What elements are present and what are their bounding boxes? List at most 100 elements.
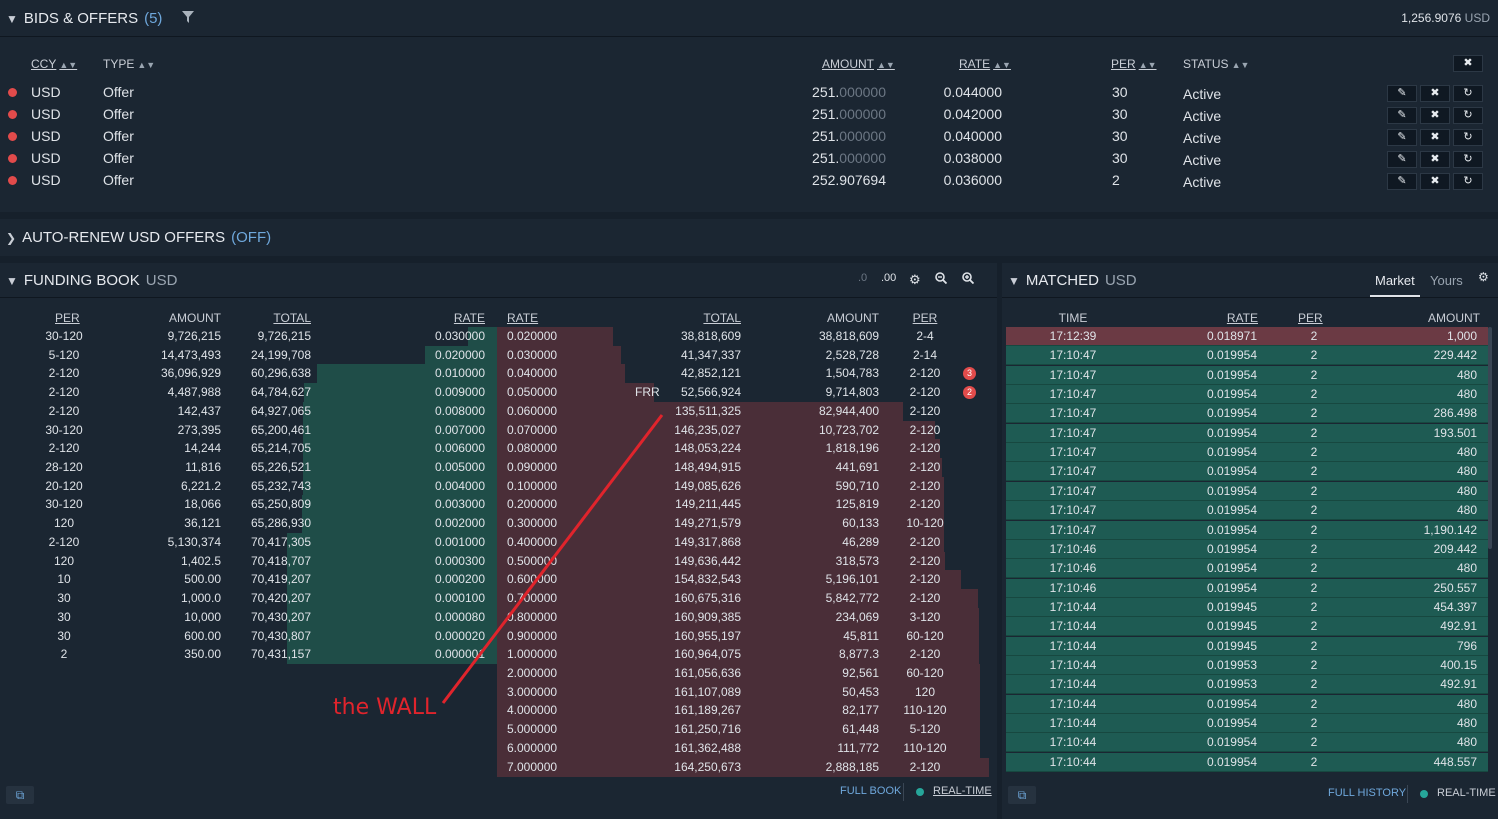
matched-row: 17:10:46 0.019954 2 480	[1006, 559, 1488, 579]
matched-row: 17:10:47 0.019954 2 193.501	[1006, 423, 1488, 443]
matched-amount: 796	[1456, 638, 1477, 653]
matched-per: 2	[1310, 483, 1318, 498]
matched-rate: 0.019954	[1206, 387, 1257, 402]
matched-col-time[interactable]: TIME	[1058, 311, 1088, 325]
matched-header[interactable]: ▼ MATCHED USD	[1008, 272, 1137, 289]
offer-ccy: USD	[31, 150, 61, 166]
chevron-right-icon[interactable]: ❯	[6, 231, 16, 245]
matched-rate: 0.019954	[1206, 522, 1257, 537]
matched-amount: 480	[1456, 483, 1477, 498]
matched-per: 2	[1310, 580, 1318, 595]
tab-yours[interactable]: Yours	[1430, 273, 1463, 288]
col-status[interactable]: STATUS ▲▼	[1183, 57, 1249, 71]
matched-rate: 0.019954	[1206, 367, 1257, 382]
popout-icon[interactable]: ⧉	[6, 786, 34, 804]
matched-per: 2	[1310, 735, 1318, 750]
col-per[interactable]: PER ▲▼	[1111, 57, 1157, 71]
gear-icon[interactable]: ⚙	[1478, 270, 1489, 284]
matched-currency: USD	[1104, 272, 1137, 289]
full-history-link[interactable]: FULL HISTORY	[1328, 787, 1406, 799]
offer-amount: 251.000000	[790, 150, 886, 166]
auto-renew-panel: ❯ AUTO-RENEW USD OFFERS (OFF)	[0, 219, 1498, 256]
cancel-offer-button[interactable]: ✖	[1420, 173, 1450, 190]
offer-per: 30	[1112, 128, 1128, 144]
matched-title: MATCHED	[1025, 272, 1099, 289]
matched-amount: 286.498	[1433, 406, 1477, 421]
renew-offer-button[interactable]: ↻	[1453, 173, 1483, 190]
renew-offer-button[interactable]: ↻	[1453, 129, 1483, 146]
chevron-down-icon[interactable]: ▼	[1008, 274, 1020, 288]
matched-rate: 0.019954	[1206, 406, 1257, 421]
cancel-offer-button[interactable]: ✖	[1420, 151, 1450, 168]
renew-offer-button[interactable]: ↻	[1453, 85, 1483, 102]
offer-type: Offer	[103, 150, 134, 166]
auto-renew-header[interactable]: ❯ AUTO-RENEW USD OFFERS (OFF)	[6, 229, 271, 246]
realtime-status-icon	[916, 788, 924, 796]
matched-col-amount[interactable]: AMOUNT	[1412, 311, 1480, 325]
offer-rate: 0.044000	[943, 84, 1002, 100]
offer-amount-int: 251.	[812, 128, 840, 144]
matched-per: 2	[1310, 657, 1318, 672]
full-book-link[interactable]: FULL BOOK	[840, 785, 901, 797]
matched-time: 17:10:47	[1049, 464, 1097, 479]
matched-row: 17:10:47 0.019954 2 480	[1006, 365, 1488, 385]
matched-amount: 1,190.142	[1423, 522, 1477, 537]
filter-icon[interactable]	[182, 10, 195, 27]
renew-offer-button[interactable]: ↻	[1453, 107, 1483, 124]
matched-row: 17:10:44 0.019954 2 480	[1006, 694, 1488, 714]
matched-row: 17:10:44 0.019954 2 480	[1006, 733, 1488, 753]
offer-status-dot	[8, 154, 17, 163]
matched-table: 17:12:39 0.018971 2 1,000 17:10:47 0.019954 2 2…	[1006, 327, 1488, 779]
offer-per: 30	[1112, 84, 1128, 100]
matched-rate: 0.019954	[1206, 425, 1257, 440]
realtime-status-icon	[1420, 790, 1428, 798]
chevron-down-icon[interactable]: ▼	[6, 12, 18, 26]
edit-offer-button[interactable]: ✎	[1387, 151, 1417, 168]
edit-offer-button[interactable]: ✎	[1387, 129, 1417, 146]
col-rate[interactable]: RATE ▲▼	[959, 57, 1011, 71]
matched-amount: 480	[1456, 445, 1477, 460]
offer-amount-dec: 000000	[839, 128, 886, 144]
matched-per: 2	[1310, 329, 1318, 343]
matched-rate: 0.019954	[1206, 716, 1257, 730]
col-ccy[interactable]: CCY ▲▼	[31, 57, 77, 71]
matched-per: 2	[1310, 503, 1318, 518]
offer-amount-int: 251.	[812, 150, 840, 166]
popout-icon[interactable]: ⧉	[1008, 786, 1036, 804]
edit-offer-button[interactable]: ✎	[1387, 107, 1417, 124]
balance-unit: USD	[1464, 11, 1490, 25]
matched-time: 17:10:44	[1049, 619, 1097, 634]
matched-row: 17:10:44 0.019953 2 400.15	[1006, 655, 1488, 675]
matched-time: 17:10:47	[1049, 445, 1097, 460]
edit-offer-button[interactable]: ✎	[1387, 173, 1417, 190]
col-type[interactable]: TYPE ▲▼	[103, 57, 155, 71]
matched-row: 17:10:47 0.019954 2 229.442	[1006, 346, 1488, 366]
cancel-offer-button[interactable]: ✖	[1420, 129, 1450, 146]
col-amount[interactable]: AMOUNT ▲▼	[822, 57, 895, 71]
matched-rate: 0.019953	[1206, 657, 1257, 672]
tab-market[interactable]: Market	[1375, 273, 1415, 288]
matched-row: 17:10:47 0.019954 2 480	[1006, 462, 1488, 482]
matched-scrollbar[interactable]	[1488, 327, 1492, 549]
auto-renew-state[interactable]: (OFF)	[231, 229, 271, 246]
offer-status: Active	[1183, 130, 1222, 146]
matched-col-per[interactable]: PER	[1298, 311, 1323, 325]
matched-amount: 448.557	[1433, 754, 1477, 769]
cancel-offer-button[interactable]: ✖	[1420, 107, 1450, 124]
matched-per: 2	[1310, 541, 1318, 556]
offer-per: 2	[1112, 172, 1120, 188]
bids-offers-header[interactable]: ▼ BIDS & OFFERS (5)	[6, 10, 195, 27]
offer-amount: 251.000000	[790, 84, 886, 100]
edit-offer-button[interactable]: ✎	[1387, 85, 1417, 102]
matched-per: 2	[1310, 754, 1318, 769]
cancel-offer-button[interactable]: ✖	[1420, 85, 1450, 102]
matched-col-rate[interactable]: RATE	[1207, 311, 1258, 325]
offer-type: Offer	[103, 172, 134, 188]
footer-divider	[903, 783, 904, 801]
realtime-toggle[interactable]: REAL-TIME	[933, 785, 992, 797]
cancel-all-button[interactable]: ✖	[1453, 55, 1483, 72]
matched-amount: 480	[1456, 696, 1477, 711]
offer-amount-dec: 000000	[839, 84, 886, 100]
renew-offer-button[interactable]: ↻	[1453, 151, 1483, 168]
realtime-toggle[interactable]: REAL-TIME	[1437, 787, 1496, 799]
